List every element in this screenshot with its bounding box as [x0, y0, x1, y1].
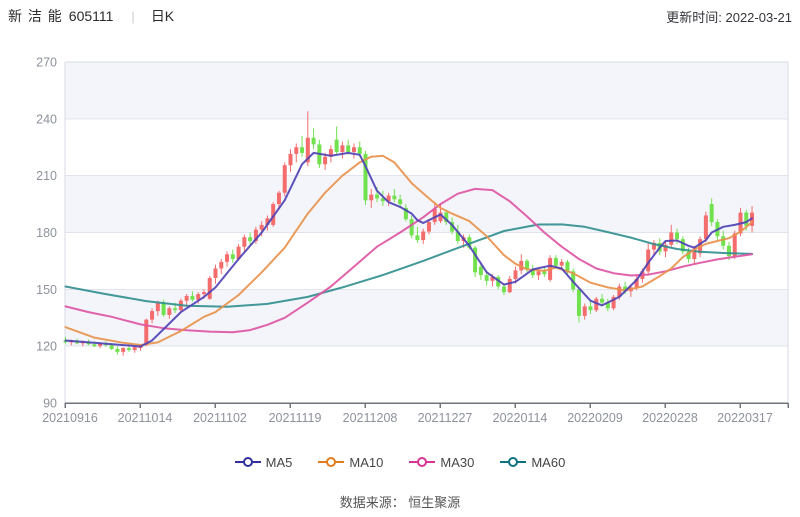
candle-down[interactable] — [115, 346, 119, 355]
candle-down[interactable] — [681, 236, 685, 254]
legend-item-ma60[interactable]: MA60 — [500, 455, 565, 470]
ma30-legend-marker — [409, 456, 435, 468]
candle-up[interactable] — [329, 145, 333, 162]
candle-down[interactable] — [335, 126, 339, 154]
stock-title: 新 洁 能 605111 | 日K — [8, 6, 174, 26]
y-axis-label: 90 — [43, 397, 57, 411]
y-axis-label: 150 — [36, 283, 57, 297]
stock-code: 605111 — [69, 8, 114, 24]
candle-down[interactable] — [300, 136, 304, 157]
candle-up[interactable] — [214, 265, 218, 284]
candle-up[interactable] — [283, 162, 287, 196]
plot-band — [65, 289, 788, 346]
legend-label: MA5 — [266, 455, 293, 470]
candle-down[interactable] — [231, 250, 235, 263]
data-source-note: 数据来源： 恒生聚源 — [0, 492, 800, 511]
ma60-legend-marker — [500, 456, 526, 468]
x-axis-label: 20220114 — [493, 411, 548, 425]
legend-item-ma10[interactable]: MA10 — [318, 455, 383, 470]
candle-up[interactable] — [219, 259, 223, 274]
x-axis-label: 20211014 — [118, 411, 173, 425]
legend-item-ma30[interactable]: MA30 — [409, 455, 474, 470]
candle-up[interactable] — [612, 295, 616, 310]
title-separator: | — [131, 9, 134, 24]
candle-up[interactable] — [664, 242, 668, 257]
y-axis-label: 120 — [36, 340, 57, 354]
y-axis-label: 210 — [36, 169, 57, 183]
update-time: 更新时间: 2022-03-21 — [666, 7, 792, 26]
candle-up[interactable] — [352, 143, 356, 158]
x-axis-label: 20211227 — [418, 411, 473, 425]
candle-up[interactable] — [646, 243, 650, 274]
x-axis-label: 20220228 — [642, 411, 698, 425]
chart-header: 新 洁 能 605111 | 日K 更新时间: 2022-03-21 — [0, 6, 800, 30]
candle-up[interactable] — [340, 142, 344, 159]
x-axis-label: 20220317 — [717, 411, 773, 425]
y-axis-label: 270 — [36, 56, 57, 70]
x-axis-label: 20220209 — [567, 411, 623, 425]
ma10-legend-marker — [318, 456, 344, 468]
candle-up[interactable] — [121, 347, 125, 356]
candle-up[interactable] — [133, 346, 137, 353]
candle-down[interactable] — [473, 246, 477, 277]
stock-chart-page: 新 洁 能 605111 | 日K 更新时间: 2022-03-21 20210… — [0, 0, 800, 517]
x-axis-label: 20211119 — [269, 411, 322, 425]
y-axis-label: 180 — [36, 226, 57, 240]
candle-up[interactable] — [508, 276, 512, 293]
candle-up[interactable] — [519, 254, 523, 274]
candle-up[interactable] — [289, 149, 293, 172]
candle-up[interactable] — [225, 251, 229, 266]
candlestick-chart[interactable]: 20210916 20211014 20211102 20211119 20211208… — [0, 40, 800, 440]
legend-label: MA30 — [440, 455, 474, 470]
plot-band — [65, 176, 788, 233]
candle-up[interactable] — [294, 143, 298, 162]
plot-band — [65, 62, 788, 119]
x-axis-label: 20211102 — [193, 411, 247, 425]
y-axis-label: 240 — [36, 112, 57, 126]
ma5-legend-marker — [235, 456, 261, 468]
x-axis-label: 20210916 — [42, 411, 98, 425]
period-label: 日K — [151, 6, 174, 26]
chart-legend: MA5 MA10 MA30 MA60 — [0, 452, 800, 472]
legend-label: MA10 — [349, 455, 383, 470]
candle-down[interactable] — [312, 128, 316, 149]
stock-name: 新 洁 能 — [8, 6, 63, 26]
x-axis-label: 20211208 — [343, 411, 398, 425]
candle-up[interactable] — [242, 234, 246, 251]
legend-label: MA60 — [531, 455, 565, 470]
legend-item-ma5[interactable]: MA5 — [235, 455, 293, 470]
candle-up[interactable] — [208, 276, 212, 300]
